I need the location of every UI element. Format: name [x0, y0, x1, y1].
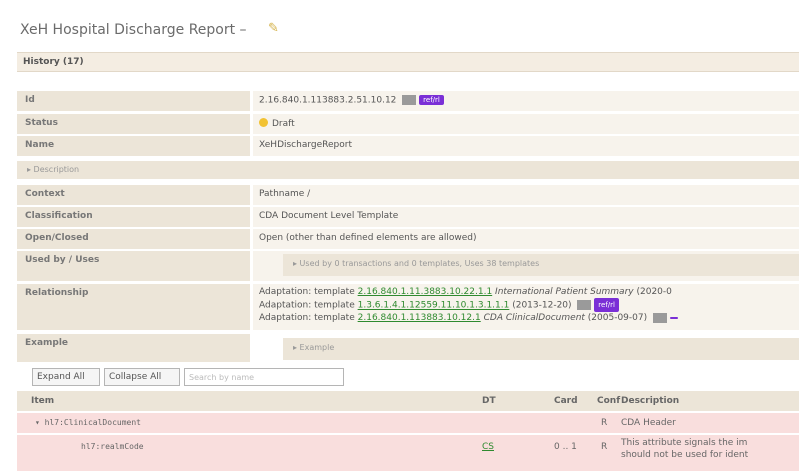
classification-value: CDA Document Level Template: [253, 207, 799, 227]
copy-icon[interactable]: [402, 95, 417, 105]
openclosed-value: Open (other than defined elements are al…: [253, 229, 799, 249]
status-label: Status: [17, 114, 250, 134]
ref-badge[interactable]: ref/rl: [594, 298, 619, 312]
classification-row: Classification CDA Document Level Templa…: [17, 207, 799, 227]
status-value-cell: Draft: [253, 114, 799, 134]
description-toggle[interactable]: ▸ Description: [17, 161, 799, 179]
header-conf[interactable]: Conf: [597, 396, 620, 406]
relationship-name: CDA ClinicalDocument: [483, 313, 585, 323]
relationship-line: Adaptation: template 1.3.6.1.4.1.12559.1…: [259, 298, 793, 312]
relationship-date: (2005-09-07): [587, 313, 648, 323]
copy-icon[interactable]: [577, 300, 592, 310]
usedby-cell: ▸ Used by 0 transactions and 0 templates…: [253, 251, 799, 281]
row-item[interactable]: hl7:realmCode: [81, 442, 144, 451]
header-item[interactable]: Item: [31, 396, 54, 406]
relationship-prefix: Adaptation: template: [259, 287, 355, 297]
status-value: Draft: [272, 119, 295, 129]
row-description: This attribute signals the im: [621, 438, 748, 448]
relationship-label: Relationship: [17, 284, 250, 330]
relationship-cell: Adaptation: template 2.16.840.1.11.3883.…: [253, 284, 799, 330]
draft-status-icon: [259, 118, 268, 127]
row-conf: R: [601, 418, 608, 428]
example-row: Example ▸ Example: [17, 334, 799, 362]
row-card: 0 .. 1: [554, 442, 577, 452]
relationship-link[interactable]: 2.16.840.1.11.3883.10.22.1.1: [358, 287, 493, 297]
example-cell: ▸ Example: [253, 334, 799, 362]
search-input[interactable]: Search by name: [184, 368, 344, 386]
row-item[interactable]: ▾ hl7:ClinicalDocument: [35, 418, 141, 427]
openclosed-label: Open/Closed: [17, 229, 250, 249]
collapse-all-button[interactable]: Collapse All: [104, 368, 180, 386]
status-row: Status Draft: [17, 114, 799, 134]
relationship-link[interactable]: 1.3.6.1.4.1.12559.11.10.1.3.1.1.1: [358, 301, 510, 311]
example-toggle[interactable]: ▸ Example: [283, 338, 799, 360]
example-label: Example: [17, 334, 250, 362]
relationship-date: (2013-12-20): [512, 300, 572, 311]
usedby-row: Used by / Uses ▸ Used by 0 transactions …: [17, 251, 799, 281]
row-description-line2: should not be used for ident: [621, 450, 749, 460]
page-title: XeH Hospital Discharge Report –: [20, 22, 247, 38]
context-label: Context: [17, 185, 250, 205]
context-value: Pathname /: [253, 185, 799, 205]
usedby-toggle[interactable]: ▸ Used by 0 transactions and 0 templates…: [283, 254, 799, 276]
row-description: CDA Header: [621, 418, 676, 428]
table-row[interactable]: ▾ hl7:ClinicalDocument R CDA Header: [17, 413, 799, 433]
relationship-row: Relationship Adaptation: template 2.16.8…: [17, 284, 799, 330]
id-row: Id 2.16.840.1.113883.2.51.10.12 ref/rl: [17, 91, 799, 111]
title-bar: XeH Hospital Discharge Report – ✎: [0, 0, 799, 50]
ref-badge-partial[interactable]: [669, 316, 678, 319]
header-description[interactable]: Description: [621, 396, 679, 406]
ref-badge[interactable]: ref/rl: [419, 95, 444, 105]
id-value-cell: 2.16.840.1.113883.2.51.10.12 ref/rl: [253, 91, 799, 111]
header-card[interactable]: Card: [554, 396, 578, 406]
id-value: 2.16.840.1.113883.2.51.10.12: [259, 95, 397, 106]
edit-icon[interactable]: ✎: [268, 21, 279, 36]
usedby-label: Used by / Uses: [17, 251, 250, 281]
row-conf: R: [601, 442, 608, 452]
classification-label: Classification: [17, 207, 250, 227]
relationship-prefix: Adaptation: template: [259, 300, 355, 311]
relationship-line: Adaptation: template 2.16.840.1.113883.1…: [259, 312, 793, 324]
table-row[interactable]: hl7:realmCode CS 0 .. 1 R This attribute…: [17, 435, 799, 471]
copy-icon[interactable]: [653, 312, 667, 323]
relationship-name: International Patient Summary: [495, 287, 634, 297]
history-label: History (17): [23, 57, 84, 67]
relationship-line: Adaptation: template 2.16.840.1.11.3883.…: [259, 286, 793, 298]
relationship-link[interactable]: 2.16.840.1.113883.10.12.1: [358, 313, 481, 323]
relationship-prefix: Adaptation: template: [259, 313, 355, 323]
id-label: Id: [17, 91, 250, 111]
description-label: ▸ Description: [27, 165, 80, 174]
row-dt[interactable]: CS: [482, 442, 494, 452]
name-value: XeHDischargeReport: [253, 136, 799, 156]
header-dt[interactable]: DT: [482, 396, 496, 406]
name-label: Name: [17, 136, 250, 156]
context-row: Context Pathname /: [17, 185, 799, 205]
expand-all-button[interactable]: Expand All: [32, 368, 100, 386]
history-tab[interactable]: History (17): [17, 52, 799, 72]
relationship-date: (2020-0: [636, 287, 672, 297]
table-header: Item DT Card Conf Description: [17, 391, 799, 411]
name-row: Name XeHDischargeReport: [17, 136, 799, 156]
openclosed-row: Open/Closed Open (other than defined ele…: [17, 229, 799, 249]
